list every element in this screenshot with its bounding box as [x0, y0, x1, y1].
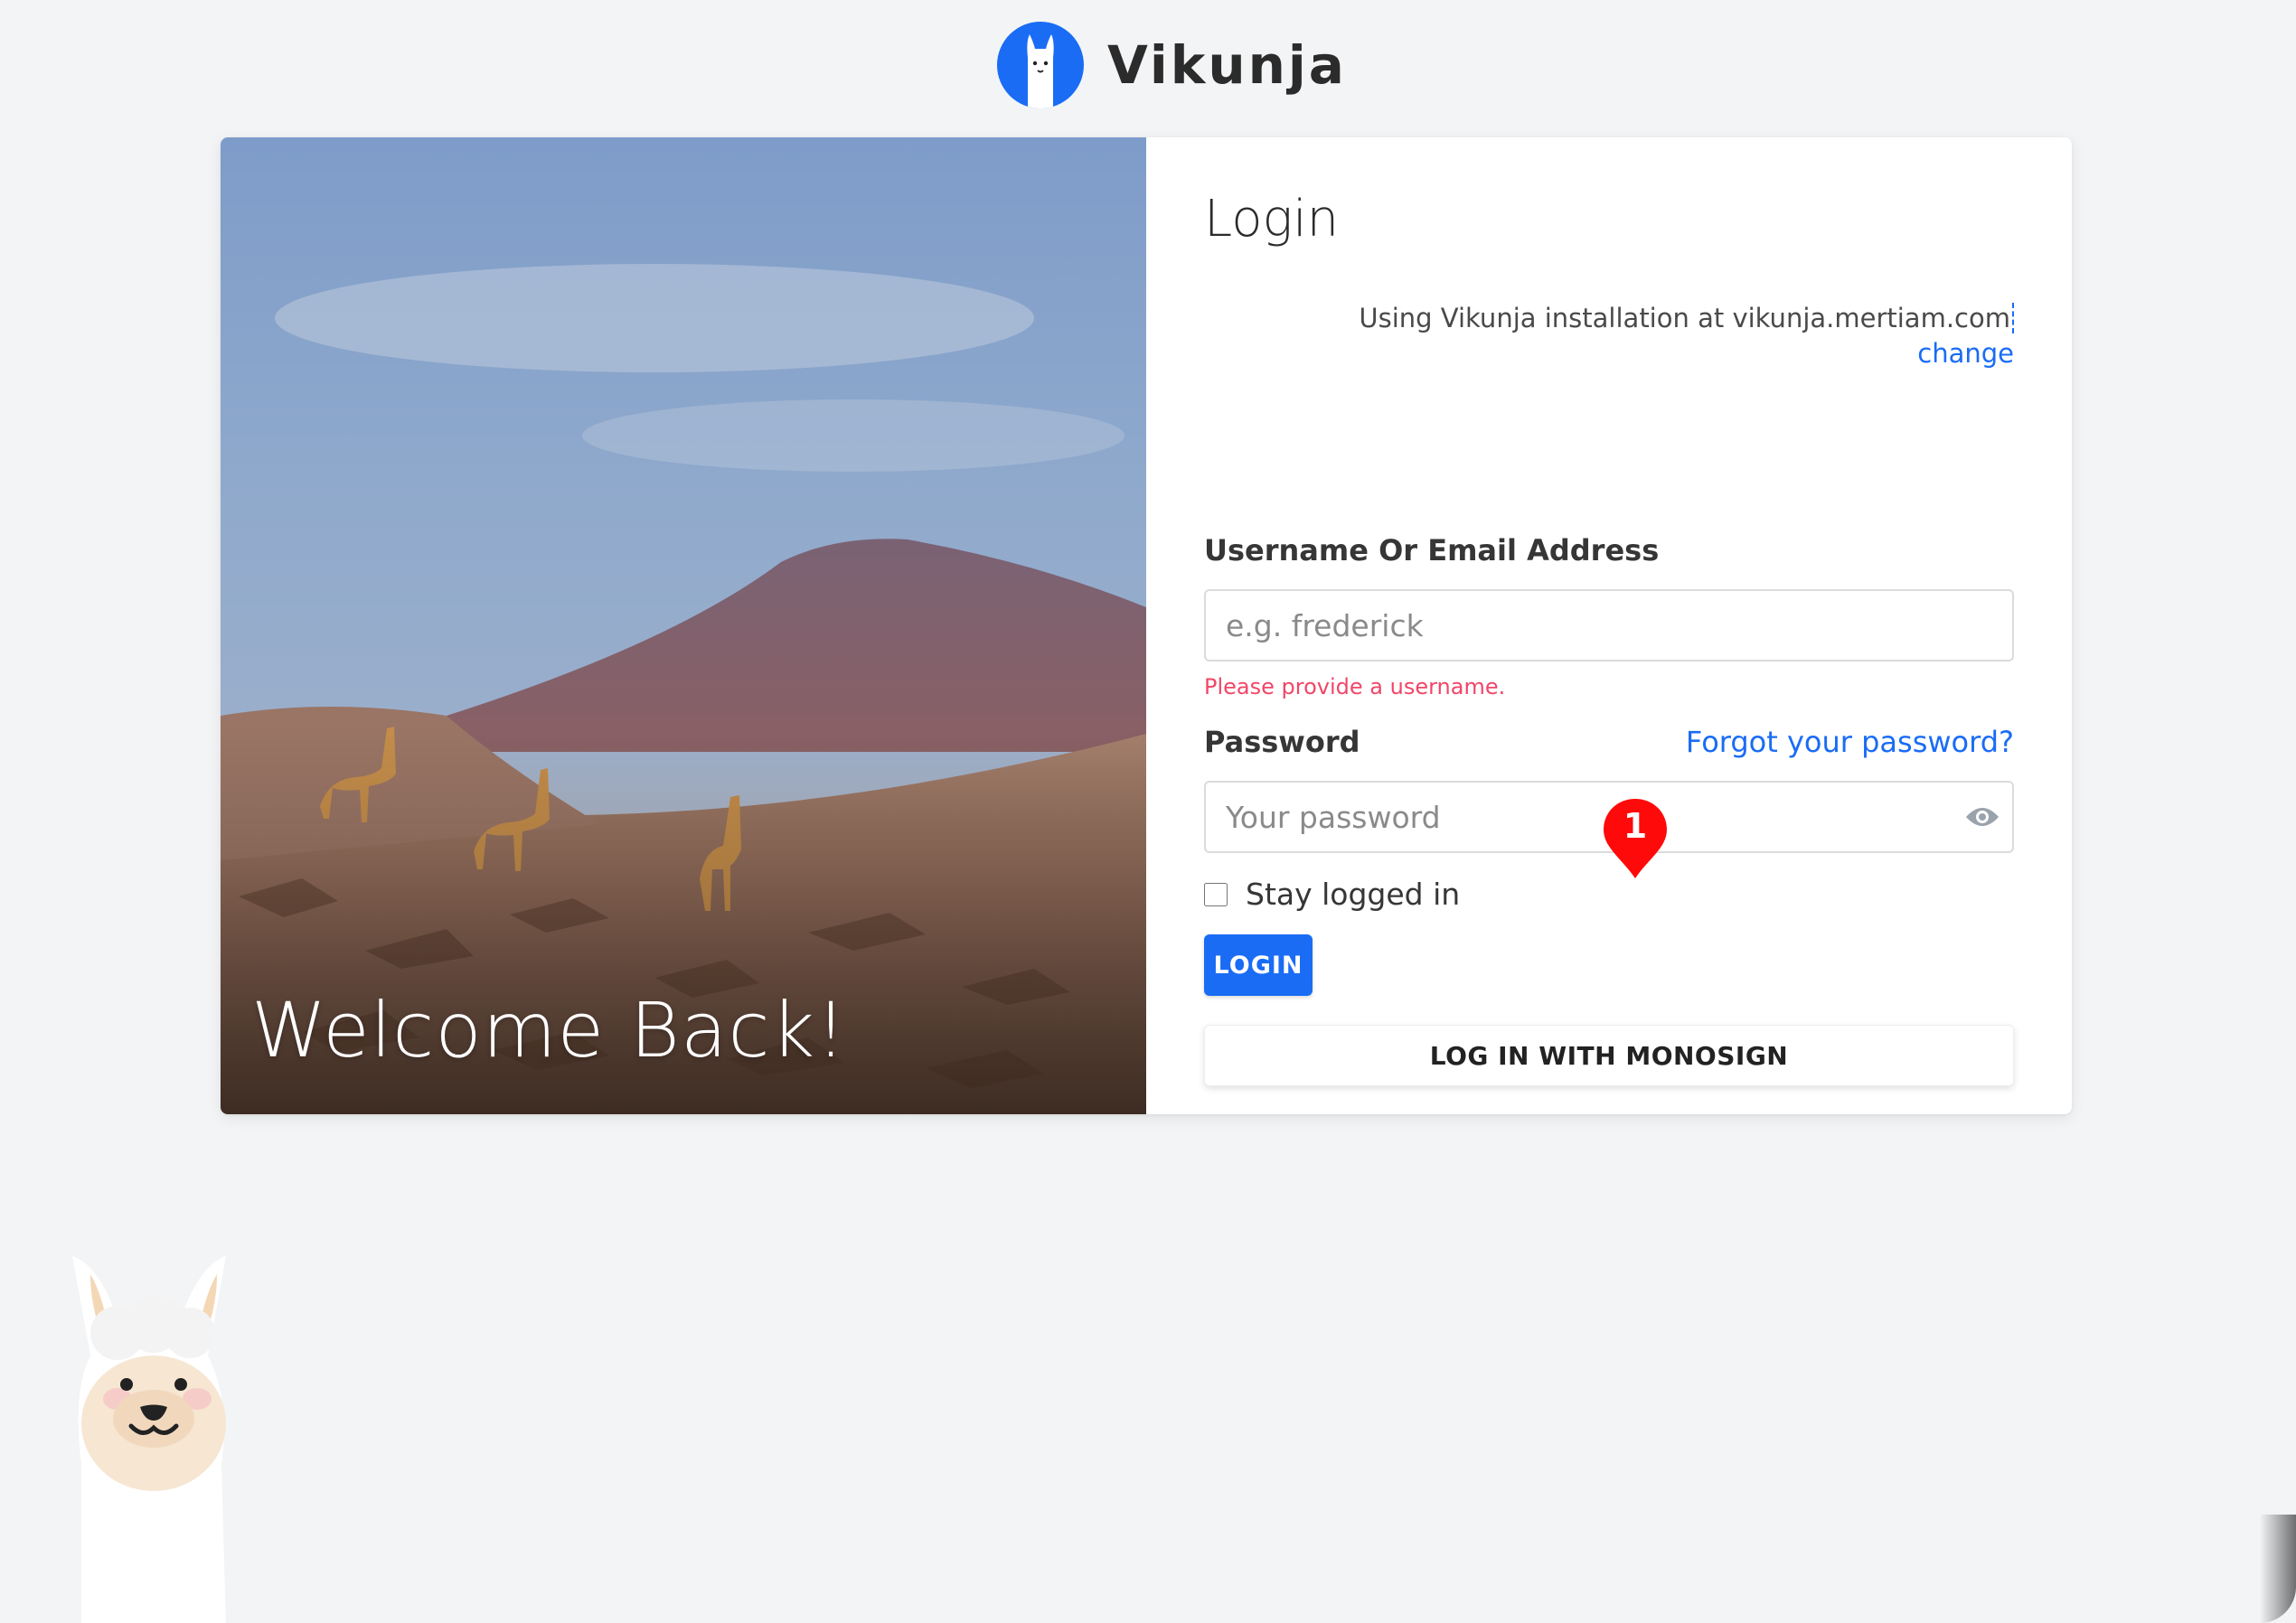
hero-image: Welcome Back!: [221, 137, 1146, 1114]
annotation-number: 1: [1623, 806, 1648, 846]
page-title: Login: [1204, 190, 1340, 249]
login-form: Login Using Vikunja installation at viku…: [1146, 137, 2072, 1114]
login-card: Welcome Back! Login Using Vikunja instal…: [221, 137, 2072, 1114]
login-button[interactable]: LOGIN: [1204, 934, 1313, 996]
forgot-password-link[interactable]: Forgot your password?: [1686, 725, 2014, 759]
username-label: Username Or Email Address: [1204, 533, 1660, 568]
api-url-text: Using Vikunja installation at vikunja.me…: [1359, 303, 2014, 333]
username-error: Please provide a username.: [1204, 674, 1506, 699]
app-name: Vikunja: [1107, 34, 1347, 96]
username-input[interactable]: [1204, 589, 2014, 661]
stay-logged-in-label: Stay logged in: [1246, 877, 1461, 912]
change-api-link[interactable]: change: [1917, 338, 2014, 369]
api-url-notice: Using Vikunja installation at vikunja.me…: [1359, 298, 2014, 338]
eye-icon[interactable]: [1964, 801, 2000, 833]
password-label: Password: [1204, 725, 1360, 759]
llama-logo-icon: [997, 22, 1084, 108]
llama-illustration: [72, 1256, 226, 1623]
stay-logged-in[interactable]: Stay logged in: [1204, 877, 1460, 912]
llama-mascot: [36, 1247, 271, 1623]
stay-logged-in-checkbox[interactable]: [1204, 882, 1228, 906]
landscape-image: [221, 137, 1146, 1114]
oidc-login-button[interactable]: LOG IN WITH MONOSIGN: [1204, 1025, 2014, 1086]
annotation-marker: 1: [1602, 797, 1669, 880]
vikunja-logo[interactable]: Vikunja: [997, 20, 1347, 110]
welcome-heading: Welcome Back!: [251, 986, 847, 1074]
window-corner: [2260, 1515, 2296, 1623]
